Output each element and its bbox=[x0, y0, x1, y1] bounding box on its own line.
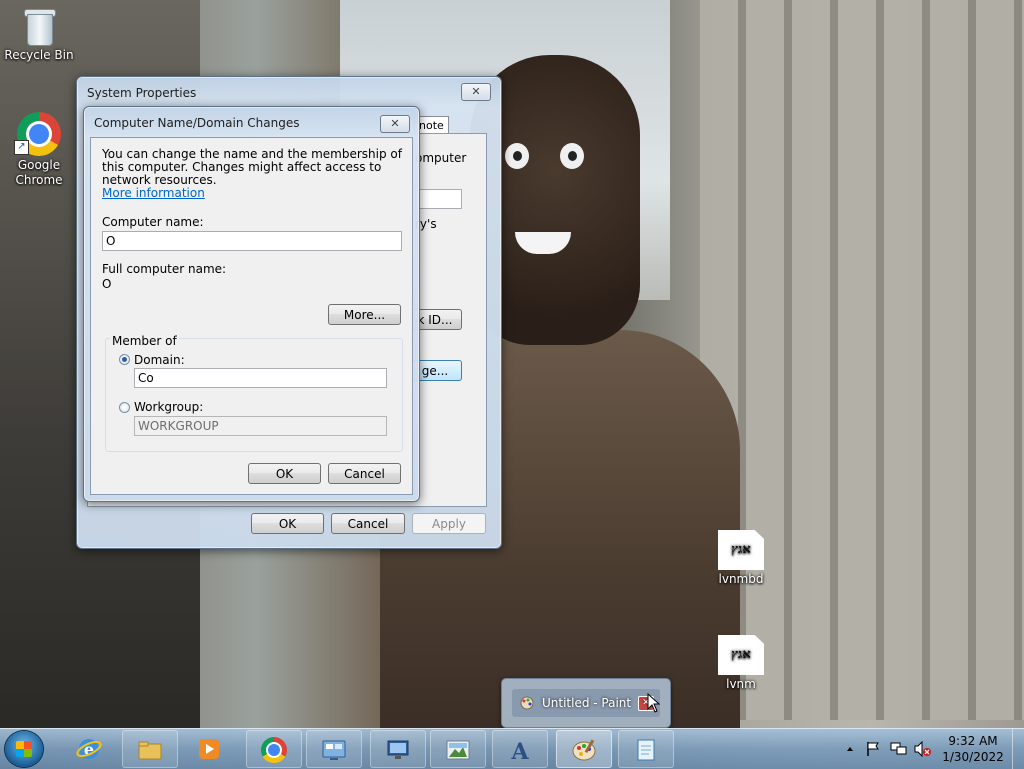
dialog-body: You can change the name and the membersh… bbox=[90, 137, 413, 495]
photo-viewer-icon bbox=[446, 740, 470, 760]
system-clock[interactable]: 9:32 AM 1/30/2022 bbox=[940, 733, 1006, 765]
workgroup-label: Workgroup: bbox=[134, 400, 204, 414]
more-button[interactable]: More... bbox=[328, 304, 401, 325]
desktop-icon-lvnmbd[interactable]: אגץ lvnmbd bbox=[703, 530, 779, 587]
button-label: More... bbox=[343, 308, 386, 322]
domain-radio[interactable] bbox=[119, 354, 130, 365]
paint-icon bbox=[520, 696, 534, 710]
partial-text: omputer bbox=[415, 151, 467, 165]
button-label: OK bbox=[278, 517, 297, 531]
desktop-icon-label: lvnmbd bbox=[718, 572, 764, 586]
show-hidden-icons-icon[interactable] bbox=[846, 745, 854, 753]
taskbar-control-panel[interactable] bbox=[306, 730, 362, 768]
desktop-icon-recycle-bin[interactable]: Recycle Bin bbox=[1, 6, 77, 63]
intro-paragraph: You can change the name and the membersh… bbox=[102, 147, 402, 187]
window-title: System Properties bbox=[87, 86, 197, 100]
volume-muted-icon[interactable] bbox=[914, 741, 932, 757]
full-computer-name-value: O bbox=[102, 277, 112, 291]
clock-date: 1/30/2022 bbox=[942, 750, 1004, 764]
button-label: ge... bbox=[421, 364, 449, 378]
recycle-bin-icon bbox=[23, 6, 56, 46]
taskbar-notepad[interactable] bbox=[618, 730, 674, 768]
close-icon: ✕ bbox=[471, 85, 481, 98]
computer-name-dialog[interactable]: Computer Name/Domain Changes ✕ You can c… bbox=[83, 106, 420, 502]
cancel-button[interactable]: Cancel bbox=[328, 463, 401, 484]
start-button[interactable] bbox=[5, 731, 43, 767]
taskbar-photo-viewer[interactable] bbox=[430, 730, 486, 768]
taskbar-font-tool[interactable]: A bbox=[492, 730, 548, 768]
button-label: Apply bbox=[432, 517, 466, 531]
taskbar-media-player[interactable] bbox=[182, 730, 238, 768]
mouse-cursor-icon bbox=[647, 693, 661, 713]
member-of-label: Member of bbox=[110, 334, 179, 348]
ok-button[interactable]: OK bbox=[251, 513, 324, 534]
taskbar: e A 9:32 AM 1/30/2022 bbox=[0, 728, 1024, 769]
media-player-icon bbox=[199, 739, 219, 759]
dialog-title: Computer Name/Domain Changes bbox=[94, 116, 300, 130]
domain-input[interactable]: Co bbox=[134, 368, 387, 388]
domain-label: Domain: bbox=[134, 353, 185, 367]
close-button[interactable]: ✕ bbox=[461, 83, 491, 101]
desktop-icon-google-chrome[interactable]: Google Chrome bbox=[1, 112, 77, 188]
close-button[interactable]: ✕ bbox=[380, 115, 410, 133]
full-computer-name-label: Full computer name: bbox=[102, 262, 227, 276]
document-icon: אגץ bbox=[718, 635, 764, 675]
clock-time: 9:32 AM bbox=[948, 734, 998, 748]
button-label: OK bbox=[275, 467, 294, 481]
taskbar-remote-desktop[interactable] bbox=[370, 730, 426, 768]
wallpaper-eye-left bbox=[505, 143, 529, 169]
ok-button[interactable]: OK bbox=[248, 463, 321, 484]
taskbar-google-chrome[interactable] bbox=[246, 730, 302, 768]
more-information-link[interactable]: More information bbox=[102, 186, 205, 200]
paint-thumbnail-title[interactable]: Untitled - Paint ✕ bbox=[512, 689, 660, 717]
close-icon: ✕ bbox=[390, 117, 400, 130]
action-center-flag-icon[interactable] bbox=[866, 741, 880, 757]
taskbar-windows-explorer[interactable] bbox=[122, 730, 178, 768]
wallpaper-building-right bbox=[700, 0, 1024, 720]
cancel-button[interactable]: Cancel bbox=[331, 513, 405, 534]
tab-label: note bbox=[419, 119, 444, 132]
folder-icon bbox=[138, 741, 162, 760]
network-icon[interactable] bbox=[890, 741, 908, 757]
svg-text:A: A bbox=[510, 739, 529, 763]
shortcut-arrow-icon: ↗ bbox=[14, 140, 29, 155]
internet-explorer-icon: e bbox=[76, 739, 102, 759]
button-label: Cancel bbox=[344, 467, 385, 481]
document-icon: אגץ bbox=[718, 530, 764, 570]
control-panel-icon bbox=[322, 740, 346, 760]
apply-button[interactable]: Apply bbox=[412, 513, 486, 534]
taskbar-internet-explorer[interactable]: e bbox=[62, 730, 118, 768]
partial-textbox bbox=[415, 189, 462, 209]
remote-desktop-icon bbox=[387, 740, 409, 759]
paint-icon bbox=[572, 739, 596, 761]
window-label: Untitled - Paint bbox=[542, 696, 632, 710]
desktop-icon-label: lvnm bbox=[726, 677, 756, 691]
desktop-icon-lvnm[interactable]: אגץ lvnm bbox=[703, 635, 779, 692]
intro-text: You can change the name and the membersh… bbox=[102, 148, 402, 200]
computer-name-input[interactable]: O bbox=[102, 231, 402, 251]
paint-thumbnail-popup[interactable]: Untitled - Paint ✕ bbox=[501, 678, 671, 728]
font-tool-icon: A bbox=[510, 739, 529, 763]
notepad-icon bbox=[637, 739, 655, 761]
show-desktop-button[interactable] bbox=[1012, 729, 1024, 769]
workgroup-radio[interactable] bbox=[119, 402, 130, 413]
button-label: Cancel bbox=[347, 517, 389, 531]
chrome-icon bbox=[261, 737, 287, 763]
workgroup-input[interactable]: WORKGROUP bbox=[134, 416, 387, 436]
desktop-icon-label: Recycle Bin bbox=[4, 48, 74, 62]
taskbar-paint[interactable] bbox=[556, 730, 612, 768]
desktop-icon-label: Google Chrome bbox=[15, 158, 63, 187]
computer-name-label: Computer name: bbox=[102, 215, 204, 229]
button-label: k ID... bbox=[417, 313, 453, 327]
wallpaper-eye-right bbox=[560, 143, 584, 169]
